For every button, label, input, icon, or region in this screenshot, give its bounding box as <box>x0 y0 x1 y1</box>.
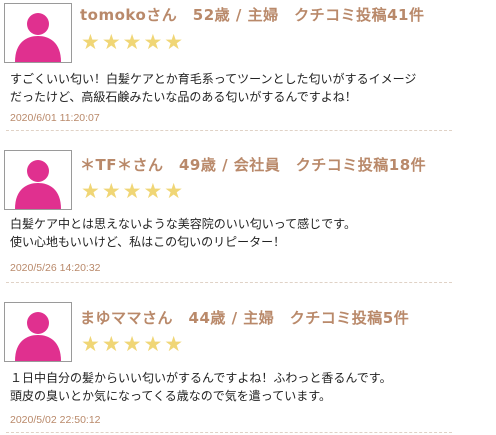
divider <box>6 130 452 131</box>
reviewer-info: ＊TF＊さん 49歳 / 会社員 クチコミ投稿18件 <box>80 156 427 174</box>
reviewer-info: まゆママさん 44歳 / 主婦 クチコミ投稿5件 <box>80 309 410 327</box>
star-rating: ★★★★★ <box>81 30 186 54</box>
review-text-line: 白髪ケア中とは思えないような美容院のいい匂いって感じです。 <box>10 217 356 231</box>
review-text-line: 使い心地もいいけど、私はこの匂いのリピーター！ <box>10 235 286 249</box>
star-rating: ★★★★★ <box>81 332 186 356</box>
user-silhouette-icon <box>15 312 61 361</box>
review-text: 白髪ケア中とは思えないような美容院のいい匂いって感じです。 使い心地もいいけど、… <box>10 215 494 251</box>
user-silhouette-icon <box>15 160 61 209</box>
review-text: １日中自分の髪からいい匂いがするんですよね！ふわっと香るんです。 頭皮の臭いとか… <box>10 369 494 405</box>
divider <box>6 432 452 433</box>
review-text: すごくいい匂い！白髪ケアとか育毛系ってツーンとした匂いがするイメージ だったけど… <box>10 70 494 106</box>
review-date: 2020/5/02 22:50:12 <box>10 414 101 426</box>
star-rating: ★★★★★ <box>81 179 186 203</box>
review-text-line: １日中自分の髪からいい匂いがするんですよね！ふわっと香るんです。 <box>10 371 392 385</box>
review-date: 2020/5/26 14:20:32 <box>10 262 101 274</box>
user-silhouette-icon <box>15 13 61 62</box>
review-text-line: すごくいい匂い！白髪ケアとか育毛系ってツーンとした匂いがするイメージ <box>10 72 417 86</box>
avatar <box>4 302 72 362</box>
review-text-line: 頭皮の臭いとか気になってくる歳なので気を遣っています。 <box>10 389 332 403</box>
review-date: 2020/6/01 11:20:07 <box>10 112 100 124</box>
avatar <box>4 3 72 63</box>
review-text-line: だったけど、高級石鹸みたいな品のある匂いがするんですよね！ <box>10 90 357 104</box>
reviewer-info: tomokoさん 52歳 / 主婦 クチコミ投稿41件 <box>80 6 425 24</box>
divider <box>6 282 452 283</box>
avatar <box>4 150 72 210</box>
